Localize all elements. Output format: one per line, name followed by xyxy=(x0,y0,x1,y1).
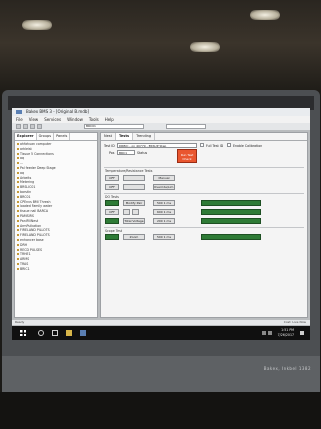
bezel-brand: Bakex, Inkbel 1382 xyxy=(263,366,311,371)
divider xyxy=(104,167,304,168)
screen: Bakex BMS 3 - [Original B.mdb] File View… xyxy=(12,108,310,340)
toolbar-selector[interactable]: BRC01 xyxy=(84,124,144,129)
explorer-panel: Explorer Groups Panels ahfahuan computer… xyxy=(14,132,98,318)
ceiling-light xyxy=(22,20,52,30)
menu-help[interactable]: Help xyxy=(105,116,114,123)
do-result-bar-3 xyxy=(201,218,261,224)
task-view-icon[interactable] xyxy=(52,330,58,336)
tab-explorer[interactable]: Explorer xyxy=(15,133,37,140)
time-button-3[interactable]: 200 1 ms xyxy=(153,218,175,224)
window-titlebar: Bakex BMS 3 - [Original B.mdb] xyxy=(12,108,310,116)
pos-label: Pos xyxy=(109,151,115,155)
menu-file[interactable]: File xyxy=(16,116,23,123)
do-result-bar-2 xyxy=(201,209,261,215)
toolbar: BRC01 xyxy=(12,123,310,130)
ceiling-light xyxy=(250,10,280,20)
menu-view[interactable]: View xyxy=(29,116,39,123)
floor xyxy=(0,392,321,429)
test-id-select[interactable]: DRBIC - on 40779 - ERSUP Step xyxy=(117,143,197,148)
tab-panels[interactable]: Panels xyxy=(54,133,71,140)
override-button[interactable]: Override/Lim 1 xyxy=(153,184,175,190)
do-indicator-2 xyxy=(105,218,119,224)
scope-result-bar xyxy=(201,234,261,240)
run-test-button[interactable]: Run Test Check xyxy=(177,149,197,163)
zoom-button[interactable]: Zoom xyxy=(123,234,145,240)
manual-button[interactable]: Manual xyxy=(153,175,175,181)
app-taskbar-icon[interactable] xyxy=(80,330,86,336)
temperature-group-title: Temperature/Resistance Tests xyxy=(105,169,153,173)
modify-pair-button[interactable]: Modify Pair xyxy=(123,200,145,206)
menu-services[interactable]: Services xyxy=(44,116,61,123)
divider xyxy=(104,227,304,228)
pos-field[interactable]: BRC1 xyxy=(117,150,135,155)
do-result-bar-1 xyxy=(201,200,261,206)
full-test-label: Full Test ID xyxy=(206,144,224,148)
temp-blank-button[interactable] xyxy=(123,175,145,181)
enable-calibration-checkbox[interactable] xyxy=(227,143,231,147)
scope-test-title: Scope Test xyxy=(105,229,122,233)
tree-item[interactable]: BRIC1 xyxy=(17,267,97,272)
test-id-label: Test ID xyxy=(104,144,115,148)
status-right: Cost: Live Now xyxy=(283,320,306,324)
do-small-button-1[interactable] xyxy=(123,209,130,215)
run-test-label: Run Test Check xyxy=(180,153,194,161)
divider xyxy=(104,193,304,194)
temp-off-button-2[interactable]: OFF xyxy=(105,184,119,190)
volume-icon[interactable] xyxy=(268,331,272,335)
tests-panel: Nest Tests Trending Test ID DRBIC - on 4… xyxy=(100,132,308,318)
time-button-2[interactable]: 600 1 ms xyxy=(153,209,175,215)
tests-tabs: Nest Tests Trending xyxy=(101,133,307,141)
clock-date: 7/26/2017 xyxy=(277,332,294,337)
explorer-icon[interactable] xyxy=(66,330,72,336)
enable-calibration-label: Enable Calibration xyxy=(233,144,263,148)
tab-nest[interactable]: Nest xyxy=(101,133,116,140)
menu-tools[interactable]: Tools xyxy=(89,116,99,123)
explorer-tabs: Explorer Groups Panels xyxy=(15,133,97,141)
network-icon[interactable] xyxy=(262,331,266,335)
search-icon[interactable] xyxy=(38,330,44,336)
do-tests-title: DO Tests xyxy=(105,195,119,199)
tab-trending[interactable]: Trending xyxy=(133,133,156,140)
menu-window[interactable]: Window xyxy=(67,116,83,123)
help-icon[interactable] xyxy=(37,124,42,129)
windows-taskbar: 1:51 PM 7/26/2017 xyxy=(12,326,310,340)
full-test-checkbox[interactable] xyxy=(200,143,204,147)
open-icon[interactable] xyxy=(16,124,21,129)
time-button-1[interactable]: 500 1 ms xyxy=(153,200,175,206)
app-icon xyxy=(16,110,22,114)
toolbar-value-field[interactable] xyxy=(166,124,206,129)
refresh-icon[interactable] xyxy=(30,124,35,129)
menu-bar: File View Services Window Tools Help xyxy=(12,116,310,123)
total-voltage-button[interactable]: Total Voltage xyxy=(123,218,145,224)
status-text: Ready xyxy=(15,320,25,324)
temp-off-button[interactable]: OFF xyxy=(105,175,119,181)
window-title: Bakex BMS 3 - [Original B.mdb] xyxy=(26,109,89,114)
taskbar-clock[interactable]: 1:51 PM 7/26/2017 xyxy=(278,328,294,337)
do-off-button[interactable]: OFF xyxy=(105,209,119,215)
scope-indicator xyxy=(105,234,119,240)
do-small-button-2[interactable] xyxy=(132,209,139,215)
temp-blank-button-2[interactable] xyxy=(123,184,145,190)
status-label: Status xyxy=(137,151,148,155)
tab-groups[interactable]: Groups xyxy=(37,133,55,140)
ceiling-light xyxy=(190,42,220,52)
do-indicator-1 xyxy=(105,200,119,206)
explorer-tree: ahfahuan computer arkleist Tissue 5 Conn… xyxy=(15,141,97,272)
save-icon[interactable] xyxy=(23,124,28,129)
notification-icon[interactable] xyxy=(300,331,304,335)
tab-tests[interactable]: Tests xyxy=(115,133,134,140)
status-bar: Ready Cost: Live Now xyxy=(12,320,310,325)
machine-panel xyxy=(2,356,320,392)
windows-start-icon[interactable] xyxy=(20,330,26,336)
scope-time-button[interactable]: 500 1 ms xyxy=(153,234,175,240)
